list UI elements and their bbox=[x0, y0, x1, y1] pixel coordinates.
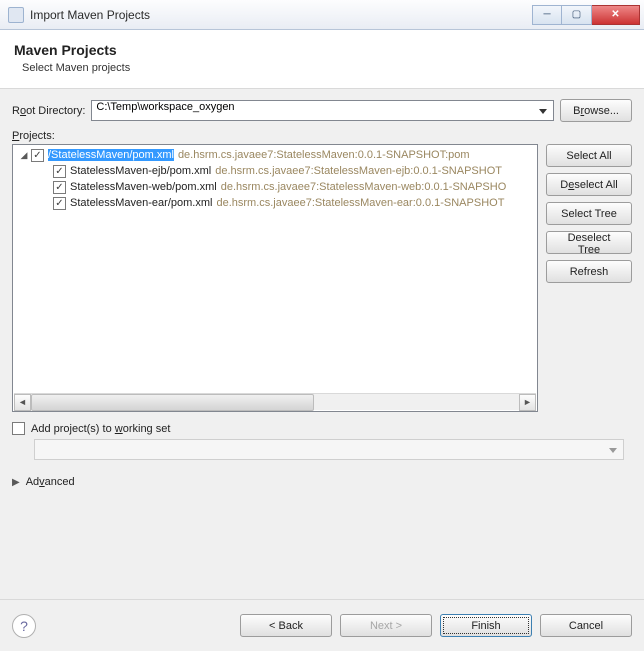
projects-area: ◢ /StatelessMaven/pom.xml de.hsrm.cs.jav… bbox=[12, 144, 632, 412]
expander-icon[interactable]: ◢ bbox=[19, 150, 29, 160]
dialog-header: Maven Projects Select Maven projects bbox=[0, 30, 644, 89]
maximize-button[interactable]: ▢ bbox=[562, 5, 592, 25]
scroll-right-icon[interactable]: ► bbox=[519, 394, 536, 411]
tree-checkbox[interactable] bbox=[53, 181, 66, 194]
refresh-button[interactable]: Refresh bbox=[546, 260, 632, 283]
select-tree-button[interactable]: Select Tree bbox=[546, 202, 632, 225]
select-all-button[interactable]: Select All bbox=[546, 144, 632, 167]
root-directory-row: Root Directory: C:\Temp\workspace_oxygen… bbox=[12, 99, 632, 122]
page-subtitle: Select Maven projects bbox=[14, 62, 630, 74]
advanced-label: Advanced bbox=[26, 476, 75, 488]
title-bar: Import Maven Projects ─ ▢ ✕ bbox=[0, 0, 644, 30]
horizontal-scrollbar[interactable]: ◄ ► bbox=[14, 393, 536, 410]
help-icon[interactable]: ? bbox=[12, 614, 36, 638]
main-content: Root Directory: C:\Temp\workspace_oxygen… bbox=[0, 89, 644, 599]
working-set-checkbox[interactable] bbox=[12, 422, 25, 435]
root-directory-input[interactable]: C:\Temp\workspace_oxygen bbox=[91, 100, 554, 121]
app-icon bbox=[8, 7, 24, 23]
working-set-select[interactable] bbox=[34, 439, 624, 460]
dialog-footer: ? < Back Next > Finish Cancel bbox=[0, 599, 644, 651]
tree-side-buttons: Select All Deselect All Select Tree Dese… bbox=[546, 144, 632, 412]
working-set-row: Add project(s) to working set bbox=[12, 422, 632, 435]
projects-tree[interactable]: ◢ /StatelessMaven/pom.xml de.hsrm.cs.jav… bbox=[12, 144, 538, 412]
chevron-right-icon: ▶ bbox=[12, 477, 20, 488]
tree-item-name: StatelessMaven-ejb/pom.xml bbox=[70, 165, 211, 177]
tree-row[interactable]: StatelessMaven-web/pom.xml de.hsrm.cs.ja… bbox=[13, 179, 537, 195]
tree-item-hint: de.hsrm.cs.javaee7:StatelessMaven-ejb:0.… bbox=[215, 165, 502, 177]
advanced-toggle[interactable]: ▶ Advanced bbox=[12, 476, 632, 488]
tree-item-hint: de.hsrm.cs.javaee7:StatelessMaven-ear:0.… bbox=[216, 197, 504, 209]
tree-item-name: /StatelessMaven/pom.xml bbox=[48, 149, 174, 161]
tree-checkbox[interactable] bbox=[31, 149, 44, 162]
minimize-button[interactable]: ─ bbox=[532, 5, 562, 25]
tree-row[interactable]: StatelessMaven-ejb/pom.xml de.hsrm.cs.ja… bbox=[13, 163, 537, 179]
page-title: Maven Projects bbox=[14, 42, 630, 58]
scrollbar-thumb[interactable] bbox=[31, 394, 314, 411]
deselect-tree-button[interactable]: Deselect Tree bbox=[546, 231, 632, 254]
window-controls: ─ ▢ ✕ bbox=[532, 5, 640, 25]
tree-checkbox[interactable] bbox=[53, 197, 66, 210]
next-button: Next > bbox=[340, 614, 432, 637]
tree-row[interactable]: StatelessMaven-ear/pom.xml de.hsrm.cs.ja… bbox=[13, 195, 537, 211]
tree-item-name: StatelessMaven-ear/pom.xml bbox=[70, 197, 212, 209]
tree-item-hint: de.hsrm.cs.javaee7:StatelessMaven:0.0.1-… bbox=[178, 149, 470, 161]
close-button[interactable]: ✕ bbox=[592, 5, 640, 25]
window-title: Import Maven Projects bbox=[30, 8, 532, 22]
cancel-button[interactable]: Cancel bbox=[540, 614, 632, 637]
root-directory-label: Root Directory: bbox=[12, 105, 85, 117]
working-set-label: Add project(s) to working set bbox=[31, 423, 170, 435]
finish-button[interactable]: Finish bbox=[440, 614, 532, 637]
tree-row[interactable]: ◢ /StatelessMaven/pom.xml de.hsrm.cs.jav… bbox=[13, 147, 537, 163]
scroll-left-icon[interactable]: ◄ bbox=[14, 394, 31, 411]
browse-button[interactable]: Browse... bbox=[560, 99, 632, 122]
projects-label: Projects: bbox=[12, 130, 632, 142]
deselect-all-button[interactable]: Deselect All bbox=[546, 173, 632, 196]
tree-item-hint: de.hsrm.cs.javaee7:StatelessMaven-web:0.… bbox=[221, 181, 507, 193]
tree-item-name: StatelessMaven-web/pom.xml bbox=[70, 181, 217, 193]
back-button[interactable]: < Back bbox=[240, 614, 332, 637]
tree-checkbox[interactable] bbox=[53, 165, 66, 178]
